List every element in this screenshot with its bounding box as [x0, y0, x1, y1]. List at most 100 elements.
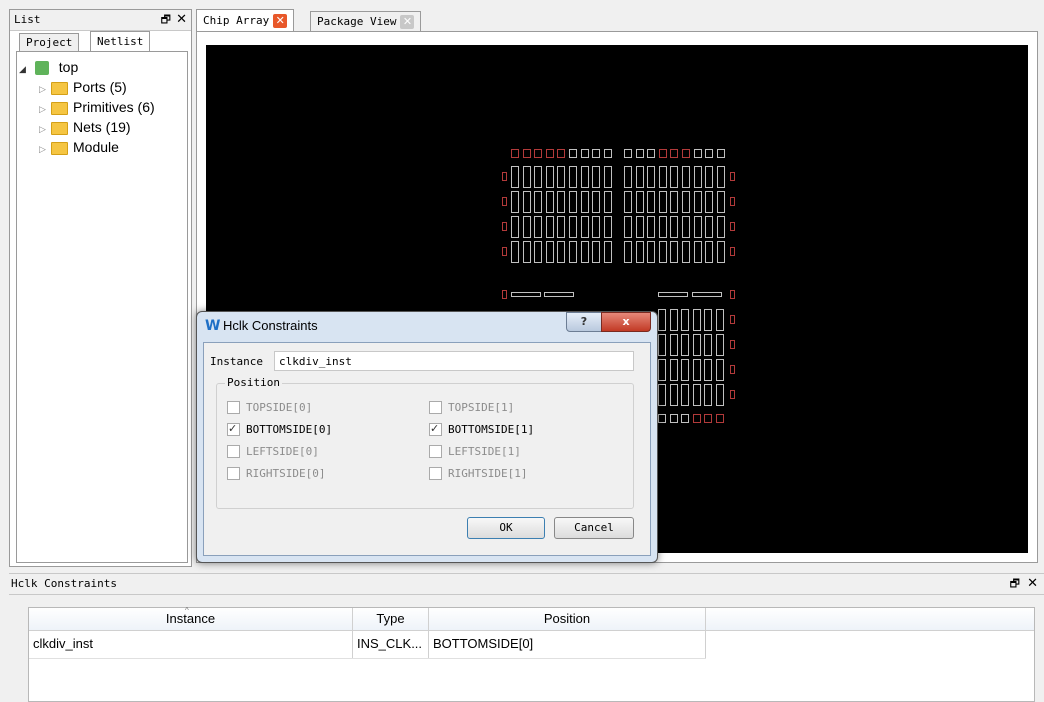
- logic-cell[interactable]: [603, 216, 612, 238]
- logic-cell[interactable]: [534, 166, 543, 188]
- logic-cell[interactable]: [692, 334, 701, 356]
- io-cell[interactable]: [682, 149, 690, 158]
- close-tab-icon[interactable]: ✕: [400, 15, 415, 29]
- logic-cell[interactable]: [658, 191, 667, 213]
- help-button[interactable]: ?: [566, 312, 602, 332]
- logic-cell[interactable]: [716, 384, 724, 406]
- logic-cell[interactable]: [716, 216, 725, 238]
- logic-cell[interactable]: [580, 216, 589, 238]
- logic-cell[interactable]: [716, 334, 724, 356]
- logic-cell[interactable]: [557, 241, 566, 263]
- logic-cell[interactable]: [692, 384, 701, 406]
- logic-cell[interactable]: [681, 359, 690, 381]
- io-cell[interactable]: [704, 414, 713, 423]
- bram-cell[interactable]: [692, 292, 722, 297]
- logic-cell[interactable]: [592, 166, 601, 188]
- logic-cell[interactable]: [647, 191, 656, 213]
- io-cell[interactable]: [730, 172, 735, 181]
- io-cell[interactable]: [730, 247, 735, 256]
- logic-cell[interactable]: [669, 384, 678, 406]
- tab-netlist[interactable]: Netlist: [90, 31, 151, 52]
- column-header-type[interactable]: Type: [353, 608, 429, 630]
- bottomside0-checkbox[interactable]: BOTTOMSIDE[0]: [227, 421, 332, 438]
- logic-cell[interactable]: [658, 216, 667, 238]
- logic-cell[interactable]: [624, 166, 632, 188]
- column-header-position[interactable]: Position: [429, 608, 706, 630]
- io-cell[interactable]: [502, 247, 507, 256]
- collapsed-arrow-icon[interactable]: ▷: [39, 139, 51, 159]
- collapsed-arrow-icon[interactable]: ▷: [39, 119, 51, 139]
- logic-cell[interactable]: [716, 309, 724, 331]
- logic-cell[interactable]: [658, 241, 667, 263]
- logic-cell[interactable]: [670, 241, 679, 263]
- topside0-checkbox[interactable]: TOPSIDE[0]: [227, 400, 312, 416]
- tab-chip-array[interactable]: Chip Array ✕: [196, 9, 295, 32]
- cancel-button[interactable]: Cancel: [554, 517, 634, 539]
- io-cell[interactable]: [592, 149, 601, 158]
- bram-cell[interactable]: [511, 292, 541, 297]
- io-cell[interactable]: [730, 222, 735, 231]
- io-cell[interactable]: [693, 149, 702, 158]
- bottomside1-checkbox[interactable]: BOTTOMSIDE[1]: [429, 421, 534, 438]
- logic-cell[interactable]: [693, 216, 702, 238]
- logic-cell[interactable]: [704, 309, 713, 331]
- io-cell[interactable]: [670, 149, 679, 158]
- logic-cell[interactable]: [692, 359, 701, 381]
- tree-item-top[interactable]: ◢ top: [19, 57, 78, 77]
- logic-cell[interactable]: [669, 334, 678, 356]
- io-cell[interactable]: [624, 149, 632, 158]
- io-cell[interactable]: [511, 149, 519, 158]
- logic-cell[interactable]: [624, 241, 632, 263]
- bram-cell[interactable]: [658, 292, 688, 297]
- logic-cell[interactable]: [603, 166, 612, 188]
- io-cell[interactable]: [669, 414, 678, 423]
- logic-cell[interactable]: [534, 191, 543, 213]
- logic-cell[interactable]: [647, 241, 656, 263]
- logic-cell[interactable]: [670, 216, 679, 238]
- io-cell[interactable]: [557, 149, 566, 158]
- logic-cell[interactable]: [624, 191, 632, 213]
- io-cell[interactable]: [716, 414, 724, 423]
- rightside0-checkbox[interactable]: RIGHTSIDE[0]: [227, 466, 325, 482]
- io-cell[interactable]: [730, 315, 735, 324]
- logic-cell[interactable]: [682, 216, 690, 238]
- instance-field[interactable]: clkdiv_inst: [274, 351, 634, 371]
- logic-cell[interactable]: [545, 216, 554, 238]
- logic-cell[interactable]: [534, 216, 543, 238]
- logic-cell[interactable]: [635, 241, 644, 263]
- expanded-arrow-icon[interactable]: ◢: [19, 59, 31, 79]
- logic-cell[interactable]: [670, 166, 679, 188]
- logic-cell[interactable]: [681, 309, 690, 331]
- io-cell[interactable]: [730, 390, 735, 399]
- logic-cell[interactable]: [569, 216, 577, 238]
- io-cell[interactable]: [502, 222, 507, 231]
- logic-cell[interactable]: [682, 191, 690, 213]
- io-cell[interactable]: [730, 365, 735, 374]
- logic-cell[interactable]: [682, 241, 690, 263]
- close-icon[interactable]: ✕: [176, 10, 187, 30]
- io-cell[interactable]: [569, 149, 577, 158]
- logic-cell[interactable]: [705, 166, 714, 188]
- logic-cell[interactable]: [670, 191, 679, 213]
- logic-cell[interactable]: [522, 191, 531, 213]
- logic-cell[interactable]: [592, 191, 601, 213]
- io-cell[interactable]: [692, 414, 701, 423]
- io-cell[interactable]: [580, 149, 589, 158]
- dialog-titlebar[interactable]: W Hclk Constraints ? x: [197, 312, 657, 340]
- tree-item-ports[interactable]: ▷ Ports (5): [39, 77, 127, 97]
- table-row[interactable]: clkdiv_inst INS_CLK... BOTTOMSIDE[0]: [29, 630, 706, 659]
- io-cell[interactable]: [705, 149, 714, 158]
- io-cell[interactable]: [658, 149, 667, 158]
- logic-cell[interactable]: [716, 241, 725, 263]
- logic-cell[interactable]: [592, 241, 601, 263]
- logic-cell[interactable]: [603, 241, 612, 263]
- tree-item-nets[interactable]: ▷ Nets (19): [39, 117, 131, 137]
- logic-cell[interactable]: [580, 191, 589, 213]
- logic-cell[interactable]: [682, 166, 690, 188]
- logic-cell[interactable]: [693, 191, 702, 213]
- logic-cell[interactable]: [658, 166, 667, 188]
- logic-cell[interactable]: [635, 166, 644, 188]
- leftside0-checkbox[interactable]: LEFTSIDE[0]: [227, 444, 319, 460]
- logic-cell[interactable]: [522, 241, 531, 263]
- logic-cell[interactable]: [704, 334, 713, 356]
